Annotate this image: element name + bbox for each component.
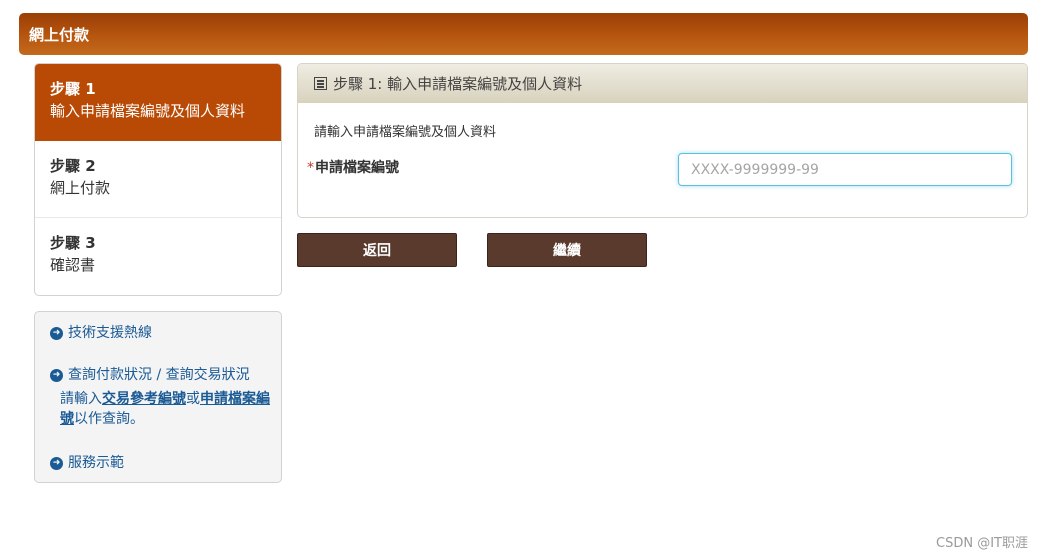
step-number: 步驟 3 [50, 234, 96, 252]
page-header: 網上付款 [19, 13, 1028, 55]
support-hotline-label: 技術支援熱線 [68, 325, 152, 341]
query-desc-suffix: 以作查詢。 [74, 411, 144, 427]
step-list: 步驟 1 輸入申請檔案編號及個人資料 步驟 2 網上付款 步驟 3 確認書 [34, 63, 282, 296]
watermark: CSDN @IT职涯 [936, 536, 1028, 551]
page-title: 網上付款 [29, 25, 90, 44]
support-hotline-link[interactable]: ➜ 技術支援熱線 [50, 323, 281, 343]
document-icon [314, 77, 327, 90]
query-description: 請輸入交易參考編號或申請檔案編號以作查詢。 [50, 389, 270, 429]
step-number: 步驟 1 [50, 80, 96, 98]
step-item-1[interactable]: 步驟 1 輸入申請檔案編號及個人資料 [35, 64, 281, 141]
payment-status-link[interactable]: ➜ 查詢付款狀況 / 查詢交易狀況 [50, 365, 281, 385]
help-links-box: ➜ 技術支援熱線 ➜ 查詢付款狀況 / 查詢交易狀況 請輸入交易參考編號或申請檔… [34, 311, 282, 483]
step-number: 步驟 2 [50, 157, 96, 175]
payment-status-label: 查詢付款狀況 / 查詢交易狀況 [68, 367, 250, 383]
panel-title: 步驟 1: 輸入申請檔案編號及個人資料 [333, 75, 583, 93]
panel-header: 步驟 1: 輸入申請檔案編號及個人資料 [298, 64, 1027, 103]
step-label: 網上付款 [50, 179, 111, 197]
query-desc-prefix: 請輸入 [60, 391, 102, 407]
arrow-right-circle-icon: ➜ [50, 456, 63, 470]
back-button[interactable]: 返回 [297, 233, 457, 267]
step-item-3[interactable]: 步驟 3 確認書 [35, 218, 281, 295]
transaction-ref-link[interactable]: 交易參考編號 [102, 391, 186, 407]
arrow-right-circle-icon: ➜ [50, 368, 63, 382]
application-number-label: *申請檔案編號 [307, 157, 399, 177]
required-mark: * [307, 160, 314, 176]
continue-button[interactable]: 繼續 [487, 233, 647, 267]
panel-instruction: 請輸入申請檔案編號及個人資料 [314, 125, 497, 140]
step-panel: 步驟 1: 輸入申請檔案編號及個人資料 請輸入申請檔案編號及個人資料 *申請檔案… [297, 63, 1028, 218]
panel-body: 請輸入申請檔案編號及個人資料 *申請檔案編號 [298, 103, 1027, 217]
arrow-right-circle-icon: ➜ [50, 326, 63, 340]
step-item-2[interactable]: 步驟 2 網上付款 [35, 141, 281, 218]
step-label: 輸入申請檔案編號及個人資料 [50, 102, 246, 120]
application-number-label-text: 申請檔案編號 [315, 160, 399, 176]
step-label: 確認書 [50, 256, 96, 274]
service-demo-link[interactable]: ➜ 服務示範 [50, 453, 281, 473]
application-number-input[interactable] [678, 153, 1012, 186]
query-desc-mid: 或 [186, 391, 200, 407]
service-demo-label: 服務示範 [68, 455, 124, 471]
